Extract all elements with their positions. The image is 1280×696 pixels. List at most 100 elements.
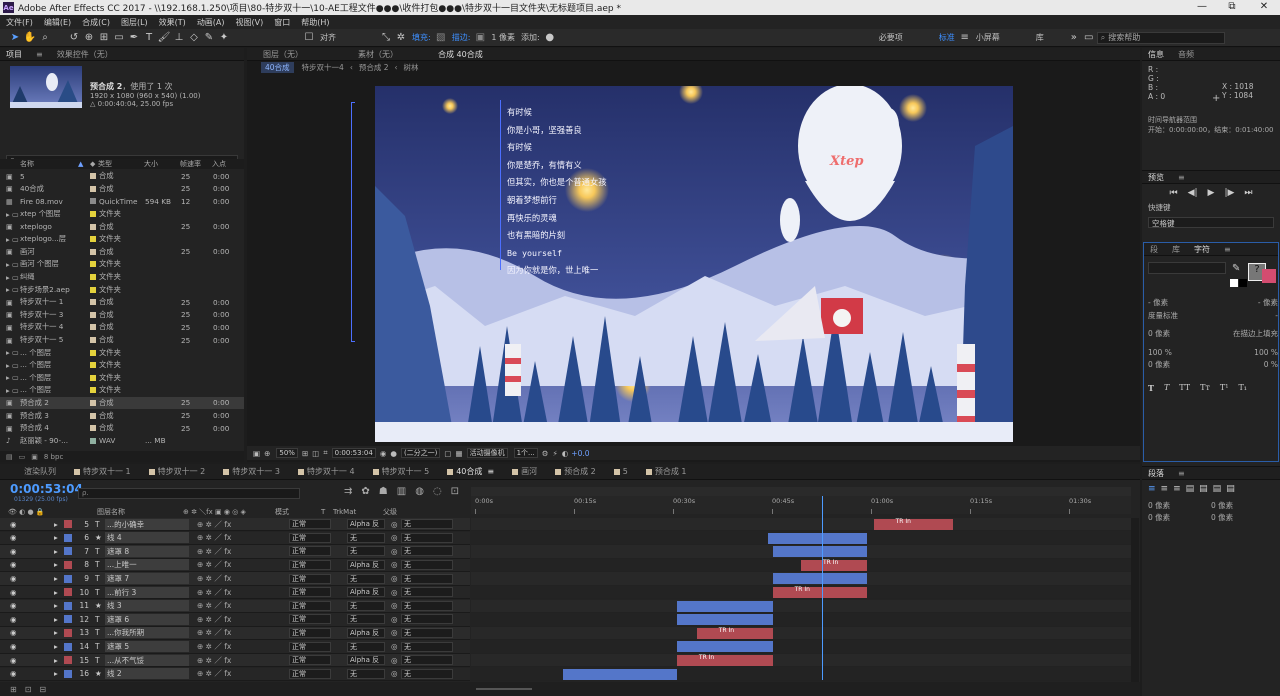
- blend-mode-dropdown[interactable]: 正常: [289, 532, 331, 543]
- blend-mode-dropdown[interactable]: 正常: [289, 655, 331, 666]
- layer-duration-bar[interactable]: [772, 573, 867, 585]
- menu-file[interactable]: 文件(F): [6, 17, 33, 28]
- timeline-tab[interactable]: 预合成 1: [645, 466, 686, 477]
- mask-toggle-icon[interactable]: ◫: [312, 449, 319, 458]
- layer-row[interactable]: ◉ ▸ 12 T 遮罩 6 ⊕ ✲ ／ fx 正常无 ◎ 无: [0, 613, 470, 627]
- layer-name[interactable]: 线 4: [105, 532, 189, 544]
- workspace-libraries[interactable]: 库: [1036, 32, 1044, 43]
- layer-duration-bar[interactable]: [676, 655, 773, 666]
- project-item-row[interactable]: ▸ ▭ 纠绳 文件夹: [0, 271, 244, 284]
- project-item-row[interactable]: ▸ ▭ xteplogo...层 文件夹: [0, 233, 244, 246]
- layer-duration-bar[interactable]: [676, 600, 773, 612]
- resolution-dropdown[interactable]: (二分之一): [400, 448, 441, 458]
- label-color-chip[interactable]: [90, 324, 96, 331]
- pen-tool-icon[interactable]: ✒: [127, 31, 141, 45]
- layer-row[interactable]: ◉ ▸ 8 T ...上唯一 ⊕ ✲ ／ fx 正常 Alpha 反 ◎ 无: [0, 558, 470, 573]
- blend-mode-dropdown[interactable]: 正常: [289, 641, 331, 652]
- layer-switches[interactable]: ⊕ ✲ ／ fx: [197, 641, 289, 652]
- layer-name[interactable]: ...的小确幸: [105, 518, 189, 530]
- timeline-tab[interactable]: 特步双十一 3: [223, 466, 280, 477]
- project-item-row[interactable]: ▣ 预合成 4 合成 25 0:00: [0, 422, 244, 435]
- col-type[interactable]: 类型: [98, 159, 144, 169]
- trkmat-dropdown[interactable]: Alpha 反: [347, 627, 385, 638]
- trkmat-dropdown[interactable]: Alpha 反: [347, 587, 385, 598]
- layer-duration-bar[interactable]: [768, 532, 867, 544]
- menu-composition[interactable]: 合成(C): [82, 17, 110, 28]
- zoom-dropdown[interactable]: 50%: [276, 448, 298, 458]
- zoom-slider[interactable]: [476, 688, 532, 690]
- camera-dropdown[interactable]: 活动摄像机: [466, 448, 508, 458]
- visibility-eye-icon[interactable]: ◉: [0, 520, 17, 529]
- layer-name[interactable]: ...从不气馁: [105, 654, 189, 666]
- visibility-eye-icon[interactable]: ◉: [0, 533, 17, 542]
- expand-arrow-icon[interactable]: ▸: [54, 588, 64, 597]
- layer-label-chip[interactable]: [64, 560, 72, 569]
- pickwhip-icon[interactable]: ◎: [391, 520, 401, 529]
- blend-mode-dropdown[interactable]: 正常: [289, 668, 331, 679]
- layer-label-chip[interactable]: [64, 628, 72, 637]
- layer-row[interactable]: ◉ ▸ 6 ★ 线 4 ⊕ ✲ ／ fx 正常无 ◎ 无: [0, 531, 470, 545]
- header-parent[interactable]: 父级: [383, 507, 397, 517]
- render-options-icon[interactable]: ⚙: [542, 449, 549, 458]
- help-search-input[interactable]: 搜索帮助: [1108, 32, 1140, 43]
- render-range-icon[interactable]: ⊡: [451, 486, 459, 497]
- header-layer-name[interactable]: 图层名称: [97, 507, 183, 517]
- trkmat-dropdown[interactable]: 无: [347, 641, 385, 652]
- layer-duration-bar[interactable]: [676, 641, 773, 653]
- layer-name[interactable]: 遮罩 8: [105, 545, 189, 557]
- layer-name[interactable]: 线 3: [105, 600, 189, 612]
- layer-switches[interactable]: ⊕ ✲ ／ fx: [197, 573, 289, 584]
- tsume-field[interactable]: 0 %: [1264, 359, 1278, 372]
- align-icon[interactable]: ⤡: [379, 31, 393, 45]
- visibility-eye-icon[interactable]: ◉: [0, 601, 17, 610]
- pickwhip-icon[interactable]: ◎: [391, 642, 401, 651]
- layer-duration-bar[interactable]: [696, 627, 773, 639]
- pan-behind-tool-icon[interactable]: ⊞: [97, 31, 111, 45]
- label-color-chip[interactable]: [90, 311, 96, 318]
- label-col-icon[interactable]: ◆: [90, 160, 98, 168]
- timeline-tab[interactable]: 预合成 2: [555, 466, 596, 477]
- prev-frame-icon[interactable]: ◀|: [1188, 188, 1198, 198]
- layer-duration-bar[interactable]: [873, 519, 953, 530]
- timeline-tab[interactable]: 特步双十一 2: [148, 466, 205, 477]
- project-item-row[interactable]: ▸ ▭ 画河 个图层 文件夹: [0, 258, 244, 271]
- timeline-tab[interactable]: 特步双十一 5: [372, 466, 429, 477]
- shortcut-dropdown[interactable]: 空格键: [1148, 217, 1274, 228]
- visibility-eye-icon[interactable]: ◉: [0, 642, 17, 651]
- breadcrumb-40comp[interactable]: 40合成: [261, 61, 294, 73]
- menu-animation[interactable]: 动画(A): [197, 17, 225, 28]
- layer-row[interactable]: ◉ ▸ 14 T 遮罩 5 ⊕ ✲ ／ fx 正常无 ◎ 无: [0, 640, 470, 654]
- stroke-label[interactable]: 描边:: [452, 32, 471, 43]
- timeline-tab[interactable]: 画河: [512, 466, 537, 477]
- expand-arrow-icon[interactable]: ▸: [54, 656, 64, 665]
- layer-label-chip[interactable]: [64, 615, 72, 624]
- baseline-shift-field[interactable]: 0 像素: [1148, 359, 1170, 372]
- exposure-icon[interactable]: ◐: [562, 449, 569, 458]
- roto-brush-tool-icon[interactable]: ✎: [202, 31, 216, 45]
- layer-label-chip[interactable]: [64, 547, 72, 556]
- trkmat-dropdown[interactable]: 无: [347, 600, 385, 611]
- layer-label-chip[interactable]: [64, 588, 72, 597]
- expand-arrow-icon[interactable]: ▸: [54, 601, 64, 610]
- sync-icon[interactable]: ▭: [1082, 31, 1096, 45]
- label-color-chip[interactable]: [90, 274, 96, 281]
- layer-row[interactable]: ◉ ▸ 16 ★ 线 2 ⊕ ✲ ／ fx 正常无 ◎ 无: [0, 667, 470, 681]
- stroke-swatch[interactable]: ▣: [473, 31, 487, 45]
- tab-effect-controls[interactable]: 效果控件（无）: [57, 49, 113, 60]
- parent-dropdown[interactable]: 无: [401, 519, 453, 530]
- label-color-chip[interactable]: [90, 198, 96, 205]
- timeline-search-input[interactable]: ρ.: [78, 488, 300, 499]
- last-frame-icon[interactable]: ⏭: [1244, 188, 1252, 198]
- blend-mode-dropdown[interactable]: 正常: [289, 587, 331, 598]
- tracking-field[interactable]: -: [1275, 310, 1278, 323]
- label-color-chip[interactable]: [90, 337, 96, 344]
- tab-character[interactable]: 字符: [1194, 244, 1210, 255]
- parent-dropdown[interactable]: 无: [401, 532, 453, 543]
- visibility-eye-icon[interactable]: ◉: [0, 615, 17, 624]
- parent-dropdown[interactable]: 无: [401, 627, 453, 638]
- close-button[interactable]: ✕: [1250, 0, 1278, 15]
- blend-mode-dropdown[interactable]: 正常: [289, 519, 331, 530]
- workspace-essentials[interactable]: 必要项: [879, 32, 903, 43]
- puppet-tool-icon[interactable]: ✦: [217, 31, 231, 45]
- visibility-eye-icon[interactable]: ◉: [0, 560, 17, 569]
